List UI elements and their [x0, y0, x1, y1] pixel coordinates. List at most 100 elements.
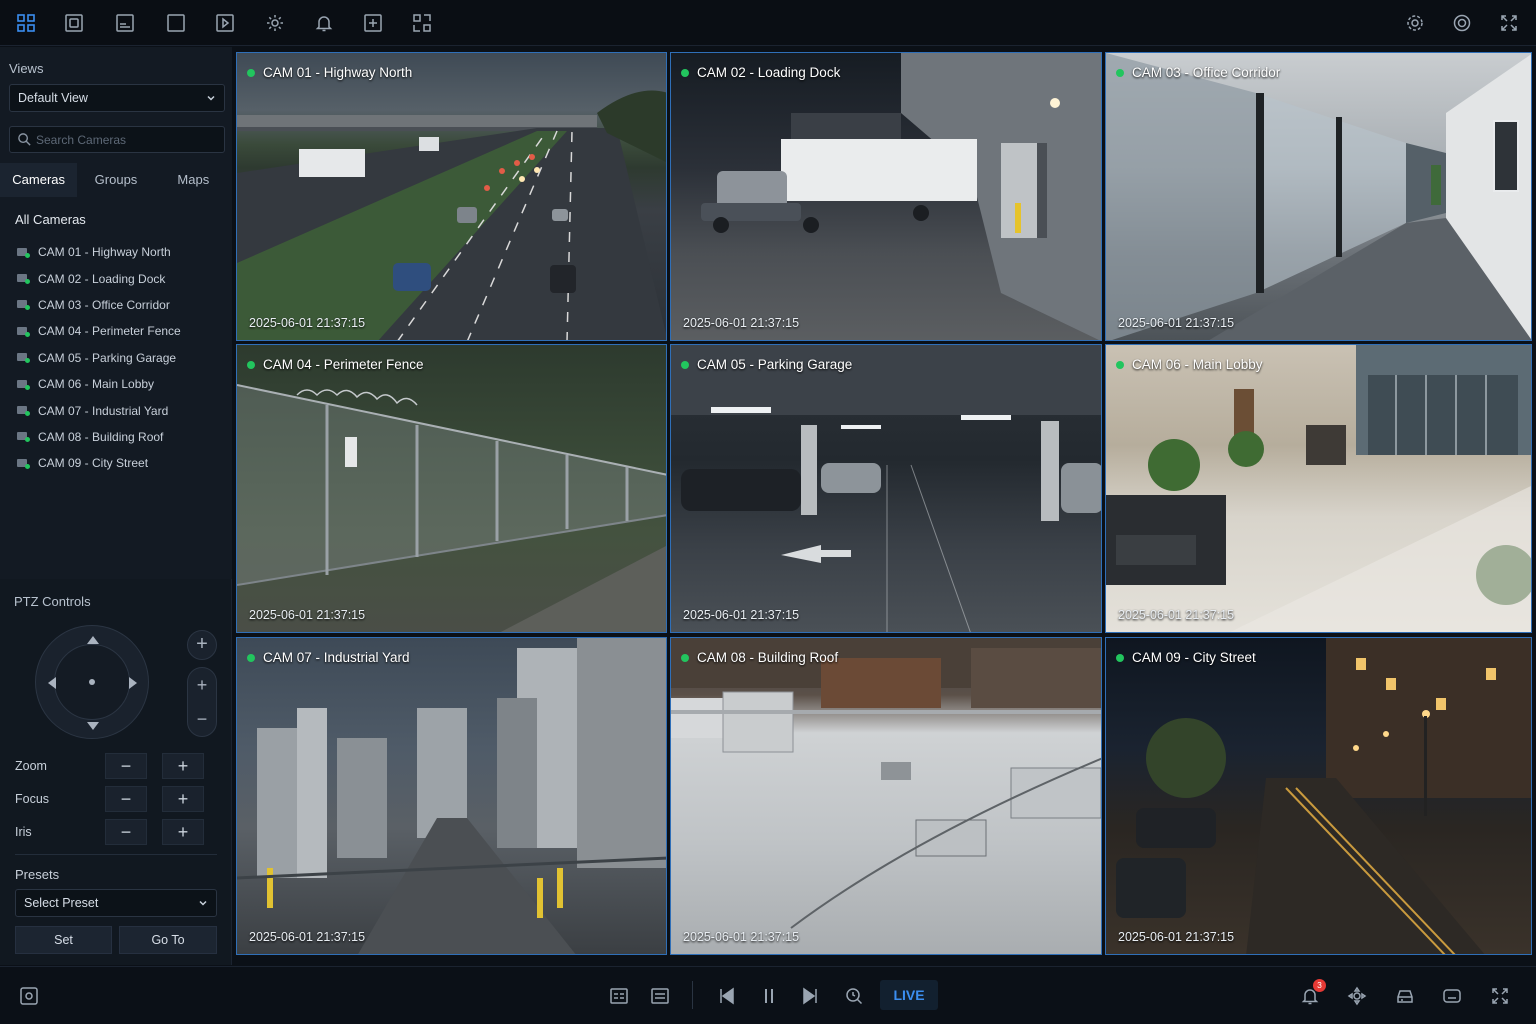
camera-feed-image: [671, 345, 1101, 632]
ptz-right-arrow-icon[interactable]: [129, 677, 137, 689]
preset-set-button[interactable]: Set: [15, 926, 112, 954]
camera-list-item[interactable]: CAM 02 - Loading Dock: [17, 265, 227, 291]
camera-status-icon: [17, 352, 30, 364]
playback-icon[interactable]: [111, 9, 139, 37]
camera-tile[interactable]: CAM 04 - Perimeter Fence 2025-06-01 21:3…: [236, 344, 667, 633]
camera-tile[interactable]: CAM 09 - City Street 2025-06-01 21:37:15: [1105, 637, 1532, 955]
camera-list-label: CAM 08 - Building Roof: [38, 429, 164, 444]
camera-list-label: CAM 09 - City Street: [38, 456, 149, 471]
tab-groups[interactable]: Groups: [77, 163, 154, 197]
layout-icon[interactable]: [606, 983, 632, 1009]
tab-cameras[interactable]: Cameras: [0, 163, 78, 197]
camera-tile[interactable]: CAM 01 - Highway North 2025-06-01 21:37:…: [236, 52, 667, 341]
camera-title: CAM 03 - Office Corridor: [1116, 65, 1280, 80]
camera-title-label: CAM 05 - Parking Garage: [697, 357, 853, 372]
camera-list-label: CAM 04 - Perimeter Fence: [38, 324, 181, 339]
camera-list-item[interactable]: CAM 03 - Office Corridor: [17, 292, 227, 318]
search-playback-icon[interactable]: [841, 983, 867, 1009]
list-icon[interactable]: [647, 983, 673, 1009]
live-status-dot: [1116, 68, 1124, 77]
all-cameras-heading[interactable]: All Cameras: [15, 212, 86, 227]
camera-list-item[interactable]: CAM 04 - Perimeter Fence: [17, 318, 227, 344]
ptz-center-dot: [89, 679, 95, 685]
zoom-plus-button[interactable]: +: [162, 753, 204, 779]
camera-tile[interactable]: CAM 07 - Industrial Yard 2025-06-01 21:3…: [236, 637, 667, 955]
ptz-speed-plus-button[interactable]: +: [188, 668, 216, 702]
video-export-icon[interactable]: [211, 9, 239, 37]
expand-icon[interactable]: [1487, 983, 1513, 1009]
iris-label: Iris: [15, 825, 32, 839]
settings-icon[interactable]: [261, 9, 289, 37]
pause-icon[interactable]: [756, 983, 782, 1009]
camera-timestamp: 2025-06-01 21:37:15: [1118, 930, 1235, 944]
camera-list-item[interactable]: CAM 07 - Industrial Yard: [17, 397, 227, 423]
camera-timestamp: 2025-06-01 21:37:15: [683, 608, 800, 622]
preset-goto-button[interactable]: Go To: [119, 926, 217, 954]
ptz-icon[interactable]: [1344, 983, 1370, 1009]
camera-list: CAM 01 - Highway North CAM 02 - Loading …: [17, 239, 227, 477]
focus-minus-button[interactable]: −: [105, 786, 147, 812]
camera-list-item[interactable]: CAM 05 - Parking Garage: [17, 345, 227, 371]
iris-minus-button[interactable]: −: [105, 819, 147, 845]
search-input[interactable]: [36, 131, 216, 149]
sidebar: Views Default View Cameras Groups Maps A…: [0, 47, 232, 965]
add-device-icon[interactable]: [359, 9, 387, 37]
user-settings-icon[interactable]: [1448, 9, 1476, 37]
camera-list-item[interactable]: CAM 08 - Building Roof: [17, 424, 227, 450]
ptz-controls-label: PTZ Controls: [14, 594, 91, 609]
alarm-bell-icon[interactable]: [310, 9, 338, 37]
camera-list-item[interactable]: CAM 09 - City Street: [17, 450, 227, 476]
storage-icon[interactable]: [1392, 983, 1418, 1009]
zoom-label: Zoom: [15, 759, 47, 773]
view-select[interactable]: Default View: [9, 84, 225, 112]
ptz-down-arrow-icon[interactable]: [87, 722, 99, 730]
camera-title-label: CAM 07 - Industrial Yard: [263, 650, 410, 665]
toolbar-separator: [692, 981, 693, 1009]
fullscreen-icon[interactable]: [1495, 9, 1523, 37]
ptz-joystick[interactable]: [35, 625, 149, 739]
camera-title: CAM 06 - Main Lobby: [1116, 357, 1263, 372]
ptz-add-button[interactable]: +: [187, 630, 217, 660]
camera-title: CAM 09 - City Street: [1116, 650, 1256, 665]
camera-tile[interactable]: CAM 08 - Building Roof 2025-06-01 21:37:…: [670, 637, 1102, 955]
live-status-dot: [681, 653, 689, 662]
camera-tile[interactable]: CAM 05 - Parking Garage 2025-06-01 21:37…: [670, 344, 1102, 633]
preset-select[interactable]: Select Preset: [15, 889, 217, 917]
presets-label: Presets: [15, 867, 60, 882]
camera-title-label: CAM 03 - Office Corridor: [1132, 65, 1281, 80]
ptz-up-arrow-icon[interactable]: [87, 636, 99, 644]
camera-title-label: CAM 02 - Loading Dock: [697, 65, 841, 80]
record-icon[interactable]: [1439, 983, 1465, 1009]
camera-tile[interactable]: CAM 02 - Loading Dock 2025-06-01 21:37:1…: [670, 52, 1102, 341]
live-status-dot: [247, 68, 255, 77]
camera-feed-image: [237, 638, 666, 954]
grid-layout-icon[interactable]: [12, 9, 40, 37]
ptz-left-arrow-icon[interactable]: [48, 677, 56, 689]
map-layout-icon[interactable]: [408, 9, 436, 37]
focus-plus-button[interactable]: +: [162, 786, 204, 812]
single-view-icon[interactable]: [162, 9, 190, 37]
camera-feed-image: [237, 345, 666, 632]
camera-tile[interactable]: CAM 03 - Office Corridor 2025-06-01 21:3…: [1105, 52, 1532, 341]
tab-maps[interactable]: Maps: [155, 163, 232, 197]
gear-icon[interactable]: [1401, 9, 1429, 37]
zoom-minus-button[interactable]: −: [105, 753, 147, 779]
skip-back-icon[interactable]: [714, 983, 740, 1009]
notification-count-badge: 3: [1313, 979, 1326, 992]
skip-forward-icon[interactable]: [797, 983, 823, 1009]
camera-list-item[interactable]: CAM 06 - Main Lobby: [17, 371, 227, 397]
iris-plus-button[interactable]: +: [162, 819, 204, 845]
camera-view-icon[interactable]: [60, 9, 88, 37]
live-status-dot: [681, 68, 689, 77]
camera-panel: Views Default View Cameras Groups Maps A…: [0, 47, 232, 579]
camera-title: CAM 08 - Building Roof: [681, 650, 838, 665]
live-status-dot: [1116, 360, 1124, 369]
live-button[interactable]: LIVE: [880, 980, 938, 1010]
camera-tile[interactable]: CAM 06 - Main Lobby 2025-06-01 21:37:15: [1105, 344, 1532, 633]
camera-list-label: CAM 06 - Main Lobby: [38, 377, 155, 392]
preset-select-value: Select Preset: [24, 896, 99, 910]
camera-status-icon: [17, 379, 30, 390]
ptz-speed-minus-button[interactable]: −: [188, 702, 216, 736]
snapshot-icon[interactable]: [16, 983, 42, 1009]
camera-list-item[interactable]: CAM 01 - Highway North: [17, 239, 227, 265]
